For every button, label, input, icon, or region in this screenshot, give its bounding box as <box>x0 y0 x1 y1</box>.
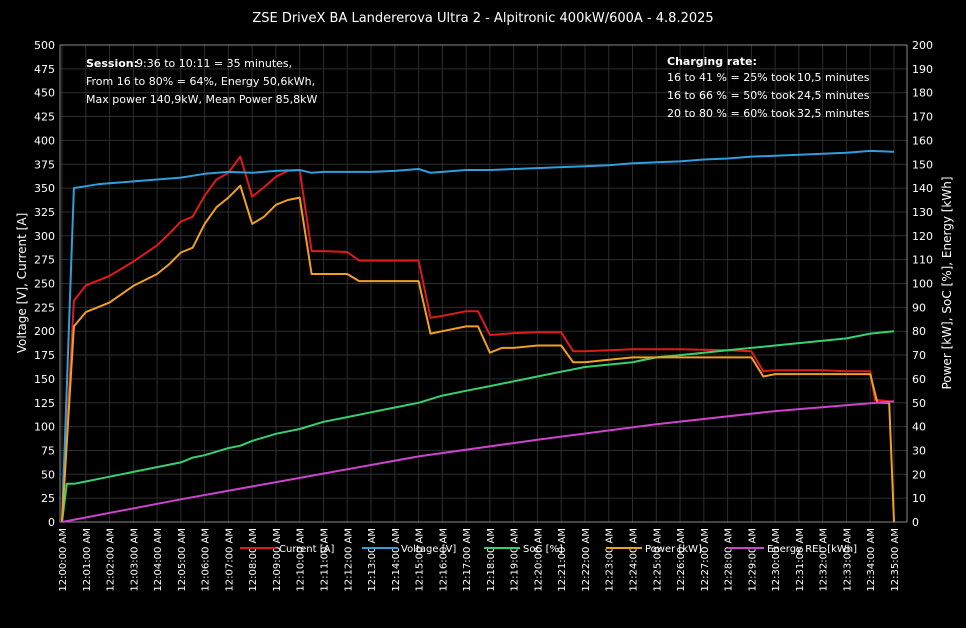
legend-label: Current [A] <box>279 544 334 555</box>
x-tick-label: 12:16:00 AM <box>438 528 449 592</box>
y-right-tick-label: 90 <box>912 301 926 314</box>
x-tick-label: 12:09:00 AM <box>272 528 283 592</box>
x-tick-label: 12:26:00 AM <box>676 528 687 592</box>
y-right-tick-label: 30 <box>912 444 926 457</box>
y-right-tick-label: 80 <box>912 325 926 338</box>
x-tick-label: 12:18:00 AM <box>486 528 497 592</box>
y-axis-right-label: Power [kW], SoC [%], Energy [kWh] <box>940 176 954 389</box>
y-right-tick-label: 190 <box>912 63 933 76</box>
y-right-tick-label: 170 <box>912 111 933 124</box>
x-tick-label: 12:25:00 AM <box>652 528 663 592</box>
x-tick-label: 12:05:00 AM <box>177 528 188 592</box>
legend-label: Power [kW] <box>645 544 702 555</box>
x-tick-label: 12:27:00 AM <box>700 528 711 592</box>
x-tick-label: 12:11:00 AM <box>319 528 330 592</box>
x-tick-label: 12:13:00 AM <box>367 528 378 592</box>
x-tick-label: 12:12:00 AM <box>343 528 354 592</box>
session-line-1: 9:36 to 10:11 = 35 minutes, <box>136 57 292 70</box>
x-tick-label: 12:28:00 AM <box>724 528 735 592</box>
x-tick-label: 12:15:00 AM <box>415 528 426 592</box>
y-right-tick-label: 160 <box>912 134 933 147</box>
y-left-tick-label: 175 <box>34 349 55 362</box>
y-left-tick-label: 25 <box>41 492 55 505</box>
y-left-tick-label: 425 <box>34 111 55 124</box>
x-tick-label: 12:01:00 AM <box>82 528 93 592</box>
x-tick-label: 12:04:00 AM <box>153 528 164 592</box>
y-left-tick-label: 325 <box>34 206 55 219</box>
y-left-tick-label: 450 <box>34 87 55 100</box>
y-left-tick-label: 150 <box>34 373 55 386</box>
x-tick-label: 12:33:00 AM <box>842 528 853 592</box>
y-right-tick-label: 70 <box>912 349 926 362</box>
chart: ZSE DriveX BA Landererova Ultra 2 - Alpi… <box>0 0 966 628</box>
y-right-tick-label: 50 <box>912 397 926 410</box>
x-tick-label: 12:17:00 AM <box>462 528 473 592</box>
charging-rate-range-3: 20 to 80 % = 60% took <box>667 107 796 120</box>
y-right-tick-label: 10 <box>912 492 926 505</box>
x-tick-label: 12:30:00 AM <box>771 528 782 592</box>
y-right-tick-label: 110 <box>912 254 933 267</box>
y-right-tick-label: 0 <box>912 516 919 529</box>
y-right-tick-label: 150 <box>912 158 933 171</box>
y-left-tick-label: 500 <box>34 39 55 52</box>
x-tick-label: 12:00:00 AM <box>58 528 69 592</box>
x-tick-label: 12:22:00 AM <box>581 528 592 592</box>
x-tick-label: 12:24:00 AM <box>629 528 640 592</box>
x-tick-label: 12:06:00 AM <box>201 528 212 592</box>
x-tick-label: 12:21:00 AM <box>557 528 568 592</box>
x-tick-label: 12:19:00 AM <box>510 528 521 592</box>
y-right-tick-label: 40 <box>912 421 926 434</box>
x-tick-label: 12:14:00 AM <box>391 528 402 592</box>
y-left-tick-label: 475 <box>34 63 55 76</box>
y-left-tick-label: 375 <box>34 158 55 171</box>
x-tick-label: 12:23:00 AM <box>605 528 616 592</box>
y-right-tick-label: 140 <box>912 182 933 195</box>
y-left-tick-label: 200 <box>34 325 55 338</box>
session-label: Session: <box>86 57 138 70</box>
y-right-tick-label: 60 <box>912 373 926 386</box>
y-right-tick-label: 100 <box>912 278 933 291</box>
y-left-tick-label: 125 <box>34 397 55 410</box>
legend-label: Voltage [V] <box>401 544 456 555</box>
charging-rate-time-3: 32,5 minutes <box>797 107 870 120</box>
charging-rate-range-2: 16 to 66 % = 50% took <box>667 89 796 102</box>
y-left-tick-label: 50 <box>41 468 55 481</box>
x-tick-label: 12:29:00 AM <box>747 528 758 592</box>
x-tick-label: 12:03:00 AM <box>129 528 140 592</box>
y-right-tick-label: 200 <box>912 39 933 52</box>
x-tick-label: 12:08:00 AM <box>248 528 259 592</box>
x-tick-label: 12:10:00 AM <box>296 528 307 592</box>
y-right-tick-label: 20 <box>912 468 926 481</box>
y-left-tick-label: 350 <box>34 182 55 195</box>
x-tick-label: 12:20:00 AM <box>533 528 544 592</box>
charging-rate-range-1: 16 to 41 % = 25% took <box>667 71 796 84</box>
x-tick-label: 12:34:00 AM <box>866 528 877 592</box>
session-annotation: Session: 9:36 to 10:11 = 35 minutes, Fro… <box>86 57 318 106</box>
y-left-tick-label: 75 <box>41 444 55 457</box>
x-tick-label: 12:07:00 AM <box>224 528 235 592</box>
y-right-tick-label: 180 <box>912 87 933 100</box>
charging-rate-time-2: 24,5 minutes <box>797 89 870 102</box>
x-tick-label: 12:02:00 AM <box>106 528 117 592</box>
legend-label: Energy REL [kWh] <box>767 544 857 555</box>
y-left-tick-label: 225 <box>34 301 55 314</box>
chart-title: ZSE DriveX BA Landererova Ultra 2 - Alpi… <box>252 11 713 26</box>
y-left-tick-label: 0 <box>48 516 55 529</box>
y-left-tick-label: 400 <box>34 134 55 147</box>
y-axis-left-label: Voltage [V], Current [A] <box>15 213 29 353</box>
x-tick-label: 12:31:00 AM <box>795 528 806 592</box>
charging-rate-title: Charging rate: <box>667 55 757 68</box>
y-right-tick-label: 120 <box>912 230 933 243</box>
y-left-tick-label: 275 <box>34 254 55 267</box>
session-line-2: From 16 to 80% = 64%, Energy 50,6kWh, <box>86 75 315 88</box>
y-left-tick-label: 300 <box>34 230 55 243</box>
charging-rate-time-1: 10,5 minutes <box>797 71 870 84</box>
y-right-tick-label: 130 <box>912 206 933 219</box>
legend-label: SoC [%] <box>523 544 563 555</box>
y-left-tick-label: 100 <box>34 421 55 434</box>
x-tick-label: 12:35:00 AM <box>890 528 901 592</box>
y-left-tick-label: 250 <box>34 278 55 291</box>
x-tick-label: 12:32:00 AM <box>819 528 830 592</box>
session-line-3: Max power 140,9kW, Mean Power 85,8kW <box>86 93 318 106</box>
